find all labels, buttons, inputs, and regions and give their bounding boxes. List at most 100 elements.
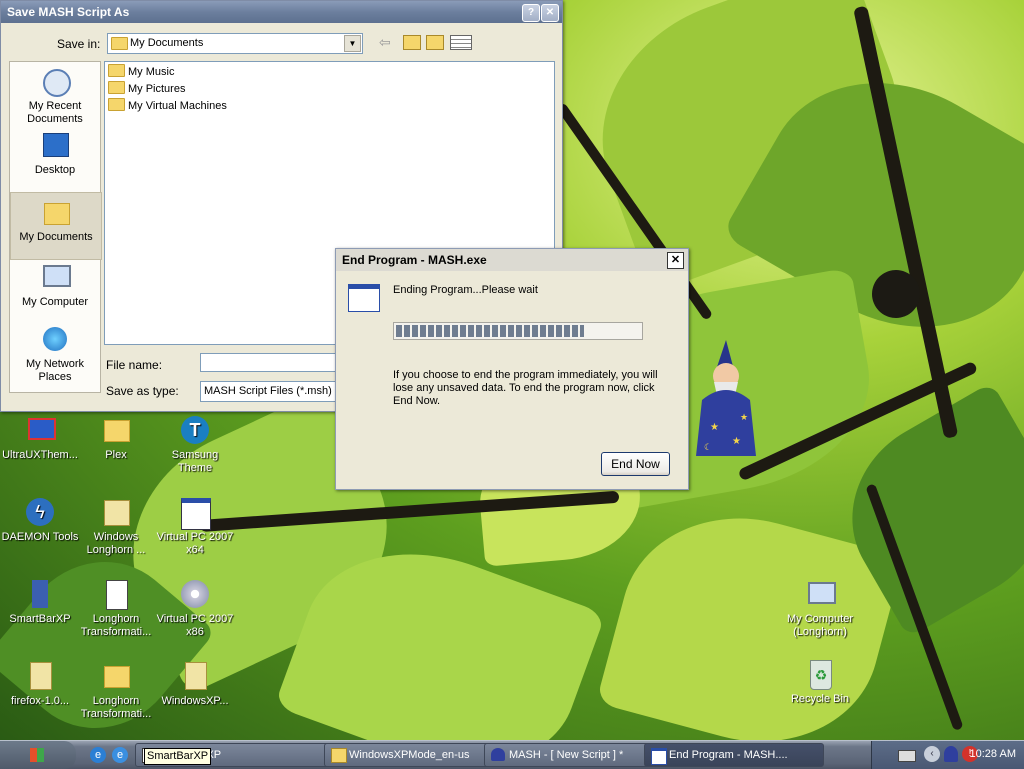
close-button[interactable]: ✕	[541, 4, 559, 22]
file-name: My Music	[128, 66, 175, 78]
list-item[interactable]: My Virtual Machines	[108, 98, 227, 114]
desktop-icon-label: UltraUXThem...	[2, 449, 78, 461]
tooltip: SmartBarXP	[144, 748, 212, 765]
zip-folder-icon	[24, 660, 56, 692]
place-desktop[interactable]: Desktop	[10, 130, 100, 177]
end-now-label: End Now	[611, 457, 660, 471]
back-icon[interactable]: ⇦	[379, 34, 391, 51]
network-globe-icon	[40, 324, 70, 354]
end-program-title: End Program - MASH.exe	[342, 253, 487, 267]
desktop-icon-label: WindowsXP...	[161, 695, 229, 707]
desktop-icon-virtual-pc-x64[interactable]: Virtual PC 2007 x64	[155, 496, 235, 557]
wizard-hat-icon	[491, 748, 505, 761]
browser-icon[interactable]: e	[90, 747, 106, 763]
desktop-icon-windowsxp[interactable]: WindowsXP...	[155, 660, 235, 708]
save-as-type-value: MASH Script Files (*.msh)	[204, 385, 332, 397]
wizard-tray-icon[interactable]	[944, 746, 958, 762]
desktop-icon-label: firefox-1.0...	[10, 695, 70, 707]
disc-icon	[179, 578, 211, 610]
taskbar-item-mash[interactable]: MASH - [ New Script ] *	[484, 743, 664, 767]
recent-documents-icon	[40, 66, 71, 97]
file-name: My Pictures	[128, 83, 186, 95]
close-icon: ✕	[670, 254, 681, 266]
views-menu-icon[interactable]	[450, 35, 472, 50]
save-in-dropdown[interactable]: My Documents ▼	[107, 33, 363, 54]
close-button[interactable]: ✕	[667, 252, 684, 269]
svg-text:★: ★	[740, 413, 748, 423]
folder-icon	[111, 37, 128, 50]
desktop-icon-virtual-pc-x86[interactable]: Virtual PC 2007 x86	[155, 578, 235, 639]
desktop-icon-plex[interactable]: Plex	[76, 414, 156, 462]
progress-fill	[396, 325, 584, 337]
end-program-titlebar[interactable]: End Program - MASH.exe ✕	[336, 249, 688, 271]
end-program-dialog: End Program - MASH.exe ✕ Ending Program.…	[335, 248, 689, 490]
place-label: My Computer	[21, 296, 89, 308]
end-now-button[interactable]: End Now	[601, 452, 670, 476]
desktop-icon-label: Virtual PC 2007 x86	[156, 613, 234, 638]
desktop-icon-label: DAEMON Tools	[1, 531, 79, 543]
taskbar-item-label: MASH - [ New Script ] *	[509, 749, 624, 761]
file-name-label: File name:	[106, 358, 163, 372]
monitor-icon	[24, 414, 56, 446]
taskbar-item-windowsxpmode[interactable]: WindowsXPMode_en-us	[324, 743, 504, 767]
desktop-icon-samsung-theme[interactable]: T Samsung Theme	[155, 414, 235, 475]
start-button[interactable]	[0, 741, 76, 769]
up-folder-icon[interactable]	[403, 35, 421, 50]
desktop-icon-label: Longhorn Transformati...	[80, 613, 152, 638]
desktop-icon	[40, 130, 70, 160]
desktop-icon-longhorn-transformation-2[interactable]: Longhorn Transformati...	[76, 660, 156, 721]
help-button[interactable]: ?	[522, 4, 540, 22]
desktop-icon-label: Windows Longhorn ...	[86, 531, 146, 556]
end-program-message: If you choose to end the program immedia…	[393, 369, 658, 407]
desktop-icon-daemon-tools[interactable]: ϟ DAEMON Tools	[0, 496, 80, 544]
places-bar: My Recent Documents Desktop My Documents…	[9, 61, 102, 393]
svg-text:☾: ☾	[704, 443, 712, 453]
save-dialog-title: Save MASH Script As	[7, 5, 130, 19]
windows-logo-icon	[30, 748, 44, 762]
computer-icon	[40, 262, 71, 292]
clock[interactable]: 10:28 AM	[970, 748, 1016, 760]
place-my-recent-documents[interactable]: My Recent Documents	[10, 66, 100, 126]
keyboard-icon[interactable]	[898, 750, 916, 762]
place-my-network-places[interactable]: My Network Places	[10, 324, 100, 384]
svg-text:★: ★	[732, 436, 741, 447]
save-dialog-titlebar[interactable]: Save MASH Script As ? ✕	[1, 1, 562, 23]
place-label: My Network Places	[25, 358, 85, 383]
desktop-icon-label: Recycle Bin	[790, 693, 850, 705]
end-program-progress-bar	[393, 322, 643, 340]
list-item[interactable]: My Pictures	[108, 81, 185, 97]
zip-folder-icon	[179, 660, 211, 692]
desktop-icon-firefox[interactable]: firefox-1.0...	[0, 660, 80, 708]
folder-icon	[108, 98, 125, 111]
theme-icon: T	[179, 414, 211, 446]
desktop-icon-recycle-bin[interactable]: ♻ Recycle Bin	[778, 658, 862, 706]
folder-icon	[108, 64, 125, 77]
browser-icon[interactable]: e	[112, 747, 128, 763]
desktop-icon-label: Longhorn Transformati...	[80, 695, 152, 720]
zip-folder-icon	[100, 496, 132, 528]
window-icon	[179, 496, 211, 530]
folder-icon	[100, 414, 132, 446]
chevron-down-icon[interactable]: ▼	[344, 35, 361, 52]
chevron-left-icon[interactable]: ‹	[924, 746, 940, 762]
svg-text:★: ★	[710, 422, 719, 433]
taskbar-item-end-program[interactable]: End Program - MASH....	[644, 743, 824, 767]
desktop-icon-windows-longhorn[interactable]: Windows Longhorn ...	[76, 496, 156, 557]
desktop-icon-ultrauxtheme[interactable]: UltraUXThem...	[0, 414, 80, 462]
installer-icon	[100, 578, 132, 610]
place-my-documents[interactable]: My Documents	[10, 192, 102, 260]
save-in-label: Save in:	[57, 37, 101, 51]
list-item[interactable]: My Music	[108, 64, 174, 80]
file-name: My Virtual Machines	[128, 100, 227, 112]
taskbar-item-label: WindowsXPMode_en-us	[349, 749, 470, 761]
new-folder-icon[interactable]	[426, 35, 444, 50]
save-in-value: My Documents	[130, 37, 204, 49]
desktop-icon-label: My Computer (Longhorn)	[786, 613, 854, 638]
save-as-type-label: Save as type:	[106, 384, 179, 398]
desktop-icon-longhorn-transformation-1[interactable]: Longhorn Transformati...	[76, 578, 156, 639]
recycle-bin-icon: ♻	[804, 658, 836, 690]
wizard-assistant[interactable]: ★ ★ ★ ☾	[690, 340, 762, 460]
desktop-icon-smartbarxp[interactable]: SmartBarXP	[0, 578, 80, 626]
desktop-icon-my-computer[interactable]: My Computer (Longhorn)	[778, 578, 862, 639]
place-my-computer[interactable]: My Computer	[10, 262, 100, 309]
